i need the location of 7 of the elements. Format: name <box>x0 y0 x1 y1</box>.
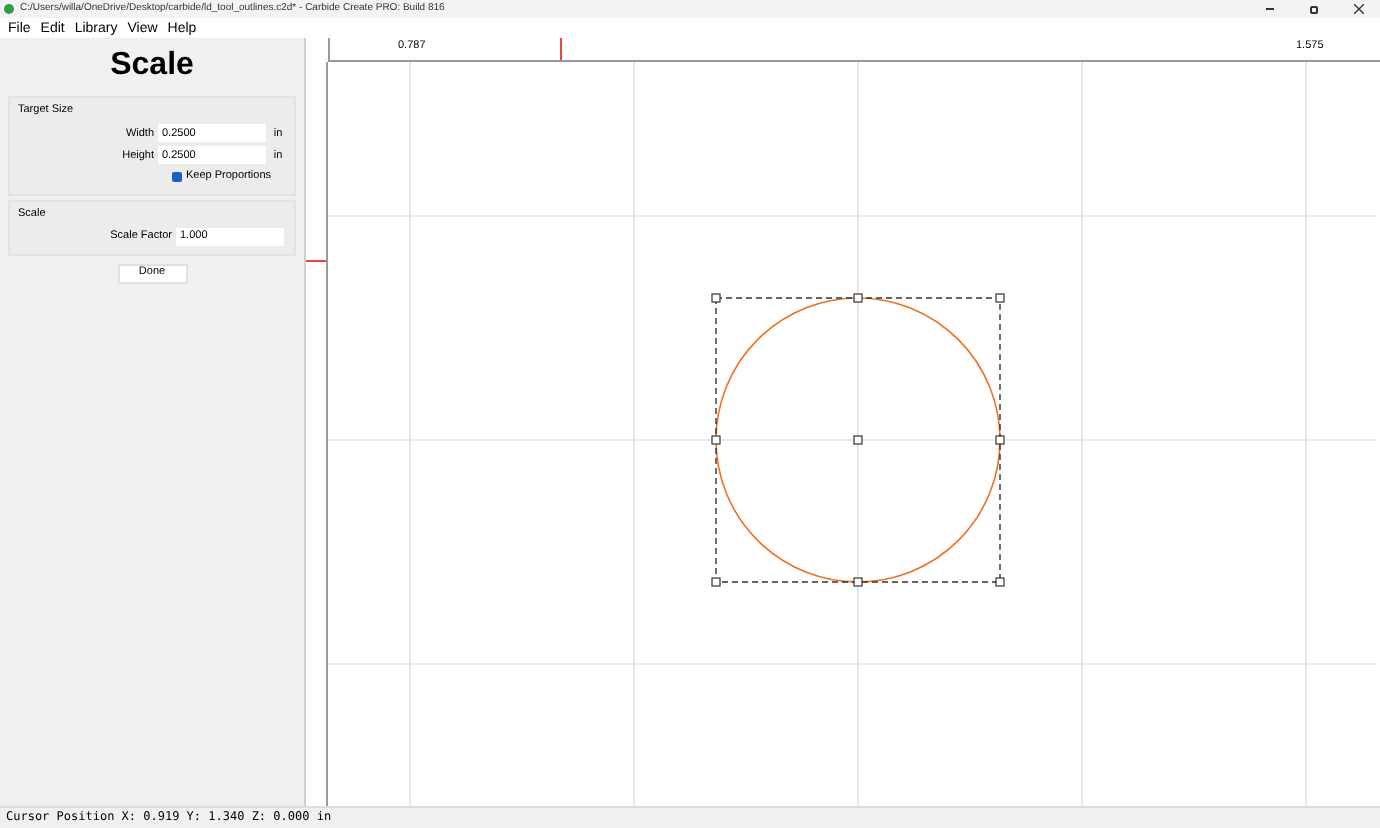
close-icon[interactable] <box>1354 4 1364 14</box>
checkbox[interactable] <box>172 171 182 182</box>
cursor-marker <box>306 260 326 262</box>
panel-title: Scale <box>108 50 196 82</box>
maximize-icon[interactable] <box>1310 5 1318 13</box>
cursor-marker <box>560 38 562 60</box>
app-logo-icon <box>4 4 14 14</box>
